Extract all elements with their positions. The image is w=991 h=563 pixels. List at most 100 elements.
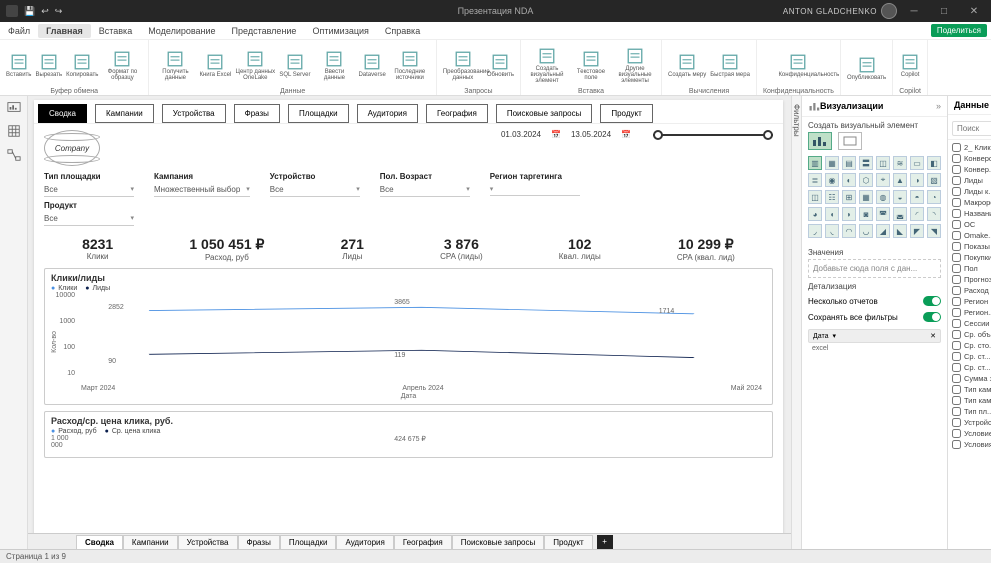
viz-type-icon[interactable]: ◚ xyxy=(876,207,890,221)
ribbon-button[interactable]: Конфиденциальность xyxy=(778,53,818,78)
viz-type-icon[interactable]: ◑ xyxy=(910,173,924,187)
ribbon-button[interactable]: Центр данных OneLake xyxy=(235,50,275,81)
page-tab[interactable]: Продукт xyxy=(544,535,592,549)
field-item[interactable]: Устройс... xyxy=(950,417,991,428)
viz-type-icon[interactable]: ▭ xyxy=(910,156,924,170)
viz-type-icon[interactable]: 〓 xyxy=(859,156,873,170)
field-checkbox[interactable] xyxy=(952,297,961,306)
report-tab[interactable]: Сводка xyxy=(38,104,87,123)
filter-dropdown[interactable]: Все xyxy=(44,212,134,226)
field-checkbox[interactable] xyxy=(952,220,961,229)
filter-slicer[interactable]: Пол. ВозрастВсе xyxy=(380,172,470,197)
ribbon-button[interactable]: Вставить xyxy=(6,53,31,78)
ribbon-button[interactable]: Формат по образцу xyxy=(102,50,142,81)
field-item[interactable]: Условие xyxy=(950,428,991,439)
field-checkbox[interactable] xyxy=(952,363,961,372)
viz-type-icon[interactable]: ≣ xyxy=(808,173,822,187)
field-checkbox[interactable] xyxy=(952,176,961,185)
field-item[interactable]: Тип кам... xyxy=(950,384,991,395)
menu-item[interactable]: Оптимизация xyxy=(304,26,376,36)
filters-pane-collapsed[interactable]: Фильтры xyxy=(791,96,801,549)
field-checkbox[interactable] xyxy=(952,264,961,273)
viz-type-icon[interactable]: ◜ xyxy=(910,207,924,221)
viz-type-icon[interactable]: ◙ xyxy=(859,207,873,221)
date-range[interactable]: 01.03.2024 📅 13.05.2024 📅 xyxy=(501,130,773,139)
viz-type-icon[interactable]: ⊞ xyxy=(842,190,856,204)
page-tab[interactable]: Кампании xyxy=(123,535,178,549)
menu-item[interactable]: Моделирование xyxy=(140,26,223,36)
field-item[interactable]: Omake... xyxy=(950,230,991,241)
viz-type-icon[interactable]: ⌖ xyxy=(876,173,890,187)
viz-type-icon[interactable]: ◓ xyxy=(910,190,924,204)
format-visual-tab[interactable] xyxy=(838,132,862,150)
filter-slicer[interactable]: Тип площадкиВсе xyxy=(44,172,134,197)
field-item[interactable]: Лиды к... xyxy=(950,186,991,197)
menu-item[interactable]: Вставка xyxy=(91,26,140,36)
filter-dropdown[interactable]: Множественный выбор xyxy=(154,183,250,197)
field-item[interactable]: Тип пл... xyxy=(950,406,991,417)
filter-dropdown[interactable]: Все xyxy=(380,183,470,197)
field-item[interactable]: 2_ Клики xyxy=(950,142,991,153)
filter-dropdown[interactable]: Все xyxy=(44,183,134,197)
filter-dropdown[interactable]: Все xyxy=(270,183,360,197)
field-item[interactable]: Прогноз xyxy=(950,274,991,285)
field-checkbox[interactable] xyxy=(952,308,961,317)
field-checkbox[interactable] xyxy=(952,209,961,218)
ribbon-button[interactable]: Создать меру xyxy=(668,53,706,78)
values-dropzone[interactable]: Добавьте сюда поля с дан... xyxy=(808,259,941,278)
viz-type-icon[interactable]: ◍ xyxy=(876,190,890,204)
field-item[interactable]: Ср. объём xyxy=(950,329,991,340)
field-checkbox[interactable] xyxy=(952,319,961,328)
viz-type-icon[interactable]: ▦ xyxy=(859,190,873,204)
field-item[interactable]: OC xyxy=(950,219,991,230)
viz-type-icon[interactable]: ◟ xyxy=(825,224,839,238)
viz-type-icon[interactable]: ◕ xyxy=(808,207,822,221)
viz-type-icon[interactable]: ▲ xyxy=(893,173,907,187)
ribbon-button[interactable]: Преобразование данных xyxy=(443,50,483,81)
report-tab[interactable]: Устройства xyxy=(162,104,226,123)
field-checkbox[interactable] xyxy=(952,165,961,174)
field-checkbox[interactable] xyxy=(952,429,961,438)
ribbon-button[interactable]: Последние источники xyxy=(390,50,430,81)
field-checkbox[interactable] xyxy=(952,418,961,427)
field-checkbox[interactable] xyxy=(952,231,961,240)
field-checkbox[interactable] xyxy=(952,385,961,394)
collapse-chevron-icon[interactable]: » xyxy=(936,101,941,111)
field-item[interactable]: Конвер... xyxy=(950,164,991,175)
field-checkbox[interactable] xyxy=(952,253,961,262)
report-tab[interactable]: Поисковые запросы xyxy=(496,104,592,123)
menu-item[interactable]: Справка xyxy=(377,26,428,36)
field-item[interactable]: Условия xyxy=(950,439,991,450)
report-tab[interactable]: Кампании xyxy=(95,104,154,123)
keep-filters-toggle[interactable] xyxy=(923,312,941,322)
qa-redo-icon[interactable]: ↪ xyxy=(55,6,63,17)
cross-report-toggle[interactable] xyxy=(923,296,941,306)
viz-type-icon[interactable]: ◝ xyxy=(927,207,941,221)
filter-slicer[interactable]: УстройствоВсе xyxy=(270,172,360,197)
field-checkbox[interactable] xyxy=(952,440,961,449)
field-item[interactable]: Регион xyxy=(950,296,991,307)
field-item[interactable]: Сессии xyxy=(950,318,991,329)
ribbon-button[interactable]: Dataverse xyxy=(358,53,385,78)
data-view-icon[interactable] xyxy=(7,124,21,138)
add-page-button[interactable]: + xyxy=(597,535,613,549)
viz-type-icon[interactable]: ▤ xyxy=(842,156,856,170)
field-checkbox[interactable] xyxy=(952,341,961,350)
field-checkbox[interactable] xyxy=(952,187,961,196)
field-item[interactable]: Лиды xyxy=(950,175,991,186)
viz-type-icon[interactable]: ◒ xyxy=(893,190,907,204)
ribbon-button[interactable]: Вырезать xyxy=(35,53,62,78)
field-item[interactable]: Макрорегион xyxy=(950,197,991,208)
field-checkbox[interactable] xyxy=(952,330,961,339)
viz-type-icon[interactable]: ◡ xyxy=(859,224,873,238)
fields-search-input[interactable] xyxy=(952,121,991,136)
build-visual-tab[interactable] xyxy=(808,132,832,150)
ribbon-button[interactable]: Другие визуальные элементы xyxy=(615,47,655,84)
field-item[interactable]: Тип кам... xyxy=(950,395,991,406)
page-tab[interactable]: Поисковые запросы xyxy=(452,535,544,549)
field-item[interactable]: Покупки xyxy=(950,252,991,263)
menu-item[interactable]: Файл xyxy=(0,26,38,36)
page-tab[interactable]: Устройства xyxy=(178,535,238,549)
viz-type-icon[interactable]: ◖ xyxy=(825,207,839,221)
viz-type-icon[interactable]: ◐ xyxy=(842,173,856,187)
